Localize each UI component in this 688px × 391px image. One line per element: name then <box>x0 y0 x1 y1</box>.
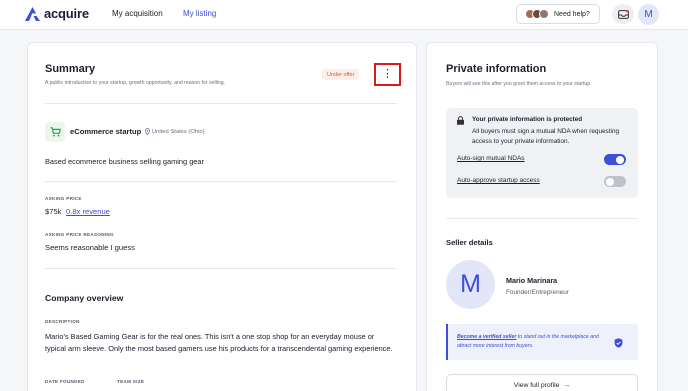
need-help-button[interactable]: Need help? <box>516 4 600 24</box>
seller-details-title: Seller details <box>446 238 493 247</box>
acquire-logo-icon <box>25 6 40 21</box>
top-bar: acquire My acquisition My listing Need h… <box>0 0 688 30</box>
auto-sign-nda-toggle[interactable] <box>604 154 626 165</box>
revenue-multiple-link[interactable]: 0.8x revenue <box>66 207 110 216</box>
verify-seller-link[interactable]: Become a verified seller <box>457 334 516 340</box>
divider <box>45 103 397 104</box>
startup-category-icon <box>45 122 65 142</box>
logo[interactable]: acquire <box>25 6 89 21</box>
date-founded-label: DATE FOUNDED <box>45 379 85 384</box>
inbox-button[interactable] <box>612 4 634 24</box>
need-help-label: Need help? <box>554 10 590 18</box>
divider <box>45 268 397 269</box>
user-avatar[interactable]: M <box>638 4 659 25</box>
summary-subtitle: A public introduction to your startup, g… <box>45 80 226 86</box>
protection-text: All buyers must sign a mutual NDA when r… <box>472 128 620 145</box>
verify-seller-text: Become a verified seller to stand out in… <box>457 333 607 350</box>
view-full-profile-label: View full profile <box>513 381 560 389</box>
price-reasoning-label: ASKING PRICE REASONING <box>45 232 114 237</box>
asking-price-label: ASKING PRICE <box>45 196 82 201</box>
company-description: Mario's Based Gaming Gear is for the rea… <box>45 332 393 353</box>
seller-role: Founder/Entrepreneur <box>506 289 569 296</box>
location-text: United States (Ohio) <box>152 128 205 135</box>
price-reasoning: Seems reasonable I guess <box>45 243 135 252</box>
toggle-knob <box>606 177 614 186</box>
more-options-button[interactable]: ⋮ <box>374 63 401 86</box>
support-avatars <box>525 9 549 19</box>
auto-approve-access-label[interactable]: Auto-approve startup access <box>457 177 540 184</box>
under-offer-badge: Under offer <box>322 69 360 80</box>
toggle-knob <box>616 155 624 164</box>
private-info-title: Private information <box>446 63 547 75</box>
private-info-subtitle: Buyers will see this after you grant the… <box>446 81 592 87</box>
view-full-profile-button[interactable]: View full profile → <box>446 374 638 391</box>
shopping-cart-icon <box>50 127 61 137</box>
seller-name: Mario Marinara <box>506 276 558 285</box>
location-pin-icon <box>145 128 150 135</box>
lock-icon <box>457 116 464 125</box>
divider <box>45 181 397 182</box>
verified-shield-icon <box>614 338 623 348</box>
company-overview-title: Company overview <box>45 293 124 303</box>
logo-text: acquire <box>44 6 89 21</box>
startup-description: Based ecommerce business selling gaming … <box>45 157 204 166</box>
startup-location: United States (Ohio) <box>145 128 205 135</box>
nav-my-listing[interactable]: My listing <box>183 9 216 18</box>
protection-title: Your private information is protected <box>472 116 583 123</box>
startup-name: eCommerce startup <box>70 127 142 136</box>
inbox-icon <box>617 9 629 19</box>
team-size-label: TEAM SIZE <box>117 379 145 384</box>
seller-avatar: M <box>446 260 495 309</box>
nav-my-acquisition[interactable]: My acquisition <box>112 9 163 18</box>
more-vertical-icon: ⋮ <box>382 68 393 80</box>
arrow-right-icon: → <box>563 381 571 389</box>
divider <box>446 218 638 219</box>
asking-price: $75k <box>45 207 62 216</box>
summary-title: Summary <box>45 63 96 75</box>
description-label: DESCRIPTION <box>45 319 80 324</box>
support-avatar <box>539 9 549 19</box>
auto-approve-access-toggle[interactable] <box>604 176 626 187</box>
auto-sign-nda-label[interactable]: Auto-sign mutual NDAs <box>457 155 525 162</box>
